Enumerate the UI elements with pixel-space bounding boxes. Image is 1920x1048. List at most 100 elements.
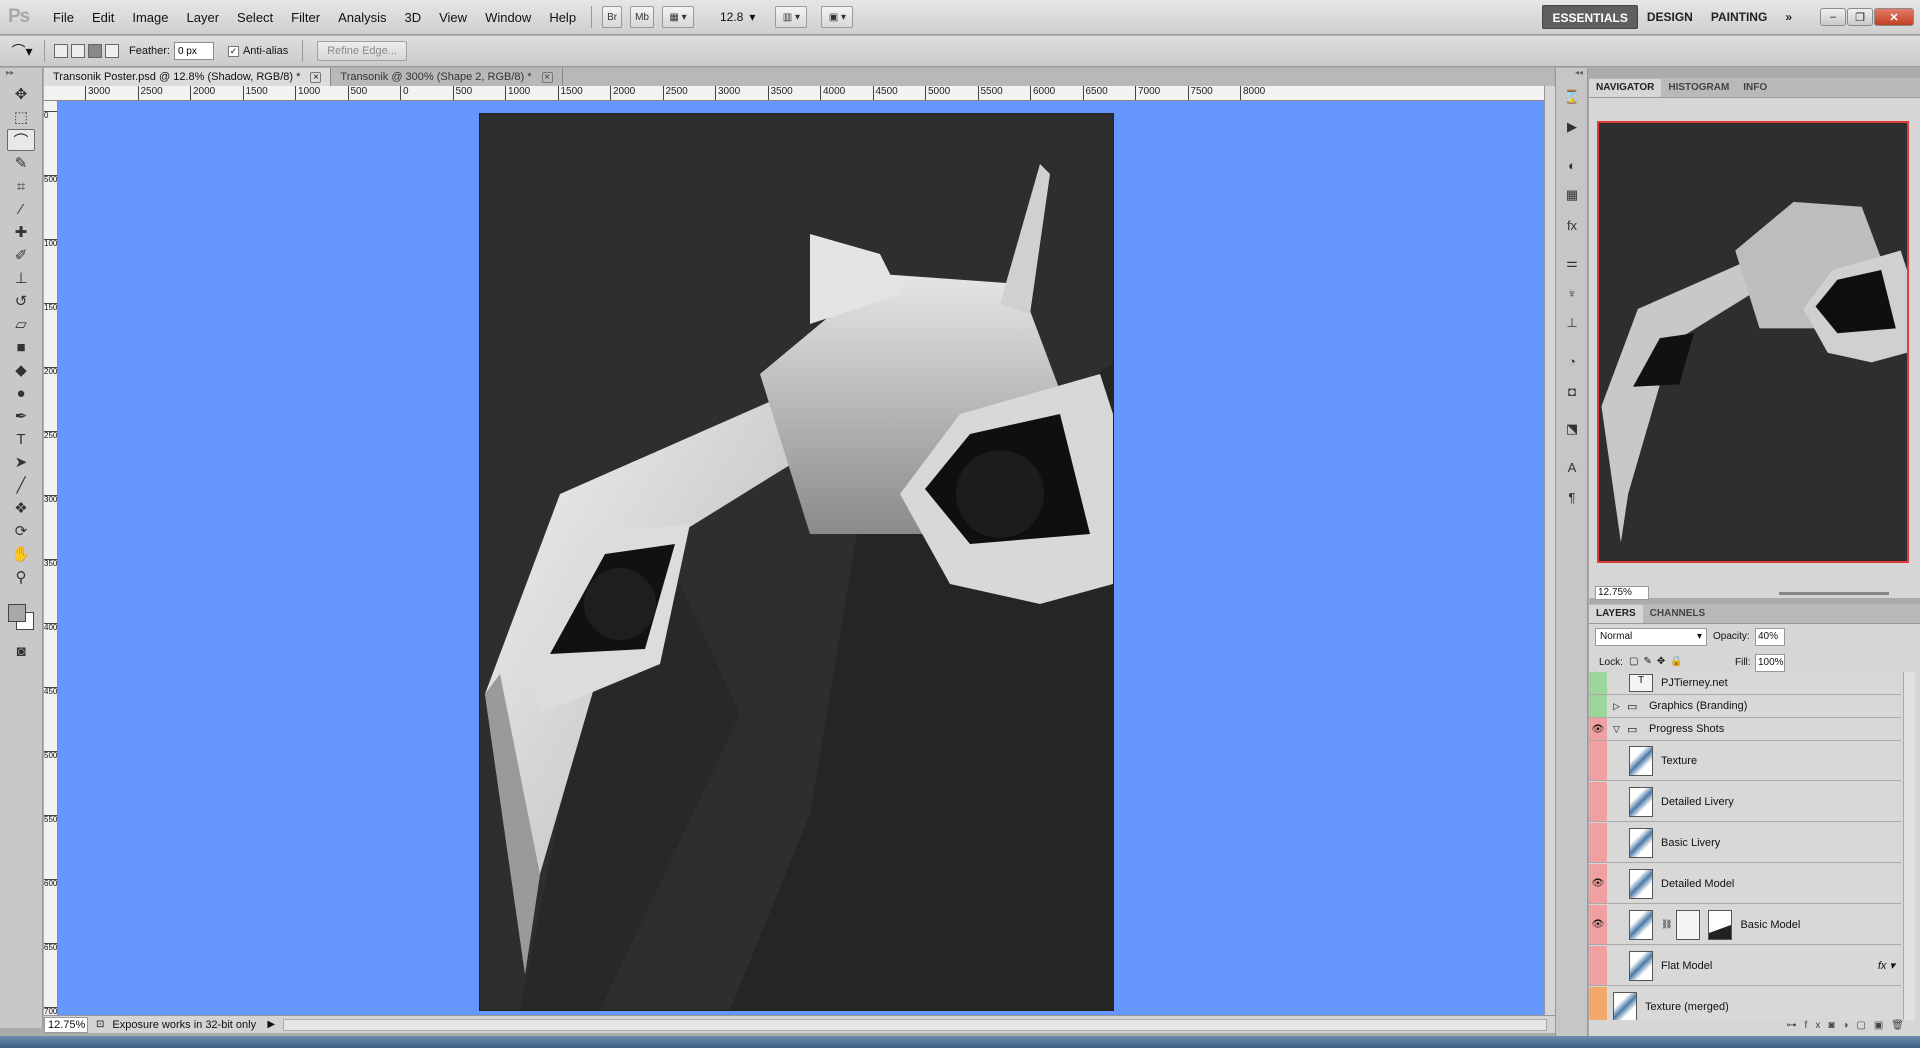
intersect-selection-icon[interactable] [105, 44, 119, 58]
adjustments-panel-icon[interactable]: ⚌ [1561, 252, 1583, 274]
tool-preset-picker[interactable]: ⌒▾ [0, 41, 44, 61]
3d-rotate-tool-icon[interactable]: ❖ [7, 497, 35, 519]
menu-view[interactable]: View [430, 0, 476, 35]
feather-input[interactable] [173, 42, 214, 60]
navigator-preview[interactable] [1597, 121, 1909, 563]
menu-layer[interactable]: Layer [178, 0, 229, 35]
brush-tool-icon[interactable]: ✐ [7, 244, 35, 266]
lock-icons[interactable]: ▢✎✥🔒 [1629, 656, 1688, 667]
visibility-eye-icon[interactable] [1589, 695, 1607, 717]
swatches-panel-icon[interactable]: ▦ [1561, 184, 1583, 206]
menu-image[interactable]: Image [123, 0, 177, 35]
3d-orbit-tool-icon[interactable]: ⟳ [7, 520, 35, 542]
blend-mode-select[interactable]: Normal ▾ [1595, 628, 1707, 646]
view-extras-button[interactable]: ▦ ▾ [661, 6, 694, 28]
foreground-color[interactable] [8, 604, 26, 622]
3d-panel-icon[interactable]: ⬔ [1561, 418, 1583, 440]
close-button[interactable]: ✕ [1874, 8, 1914, 26]
lasso-tool-icon[interactable]: ⌒ [7, 129, 35, 151]
tab-navigator[interactable]: NAVIGATOR [1589, 79, 1662, 97]
layer-row[interactable]: 👁 ⛓ Basic Model [1589, 905, 1901, 945]
navigator-zoom-slider[interactable] [1779, 592, 1889, 595]
layer-mask-thumbnail[interactable] [1676, 909, 1701, 940]
menu-file[interactable]: File [44, 0, 83, 35]
panel-collapse-icon[interactable]: ▸▸ [0, 68, 42, 82]
canvas-area[interactable] [58, 101, 1544, 1015]
type-tool-icon[interactable]: T [7, 428, 35, 450]
gradient-tool-icon[interactable]: ■ [7, 336, 35, 358]
restore-button[interactable]: ❐ [1847, 8, 1873, 26]
group-expand-icon[interactable]: ▷ [1613, 701, 1627, 712]
menu-select[interactable]: Select [228, 0, 282, 35]
close-tab-icon[interactable]: × [541, 71, 553, 83]
mini-bridge-button[interactable]: Mb [630, 6, 654, 28]
move-tool-icon[interactable]: ✥ [7, 83, 35, 105]
menu-filter[interactable]: Filter [282, 0, 329, 35]
layer-effects-icon[interactable]: fx ▾ [1878, 959, 1895, 972]
styles-panel-icon[interactable]: fx [1561, 214, 1583, 236]
workspace-design[interactable]: DESIGN [1638, 5, 1702, 29]
info-icon[interactable]: ⊡ [96, 1019, 104, 1030]
layers-scrollbar[interactable] [1903, 672, 1915, 1020]
path-selection-tool-icon[interactable]: ➤ [7, 451, 35, 473]
layer-row[interactable]: Basic Livery [1589, 823, 1901, 863]
layer-row[interactable]: Detailed Livery [1589, 782, 1901, 822]
antialias-checkbox[interactable]: ✓ [227, 45, 239, 57]
layer-row[interactable]: 👁 Detailed Model [1589, 864, 1901, 904]
strip-collapse-icon[interactable]: ◂◂ [1556, 68, 1587, 78]
history-panel-icon[interactable]: ⌛ [1561, 86, 1583, 108]
clone-stamp-tool-icon[interactable]: ⊥ [7, 267, 35, 289]
visibility-eye-icon[interactable] [1589, 946, 1607, 985]
tab-channels[interactable]: CHANNELS [1643, 605, 1713, 623]
healing-brush-tool-icon[interactable]: ✚ [7, 221, 35, 243]
history-brush-tool-icon[interactable]: ↺ [7, 290, 35, 312]
menu-3d[interactable]: 3D [395, 0, 430, 35]
more-workspaces-icon[interactable]: » [1776, 5, 1801, 29]
document-canvas[interactable] [480, 114, 1113, 1010]
marquee-tool-icon[interactable]: ⬚ [7, 106, 35, 128]
visibility-eye-icon[interactable] [1589, 672, 1607, 694]
masks-panel-icon[interactable]: ♆ [1561, 282, 1583, 304]
tab-layers[interactable]: LAYERS [1589, 605, 1643, 623]
menu-help[interactable]: Help [540, 0, 585, 35]
status-menu-arrow-icon[interactable]: ▶ [267, 1019, 275, 1030]
vertical-scrollbar[interactable] [1544, 86, 1555, 1015]
menu-analysis[interactable]: Analysis [329, 0, 395, 35]
character-panel-icon[interactable]: A [1561, 456, 1583, 478]
visibility-eye-icon[interactable]: 👁 [1589, 905, 1607, 944]
document-tab[interactable]: Transonik @ 300% (Shape 2, RGB/8) * × [331, 68, 563, 86]
layer-row[interactable]: ▷ ▭ Graphics (Branding) [1589, 695, 1901, 718]
dodge-tool-icon[interactable]: ● [7, 382, 35, 404]
visibility-eye-icon[interactable] [1589, 741, 1607, 780]
blur-tool-icon[interactable]: ◆ [7, 359, 35, 381]
eraser-tool-icon[interactable]: ▱ [7, 313, 35, 335]
arrange-documents-button[interactable]: ▥ ▾ [775, 6, 808, 28]
brush-panel-icon[interactable]: ◔ [1561, 350, 1583, 372]
document-tab[interactable]: Transonik Poster.psd @ 12.8% (Shadow, RG… [44, 68, 332, 86]
vector-mask-thumbnail[interactable] [1708, 909, 1733, 940]
eyedropper-tool-icon[interactable]: ⁄ [7, 198, 35, 220]
minimize-button[interactable]: – [1820, 8, 1846, 26]
group-expand-icon[interactable]: ▽ [1613, 724, 1627, 735]
fill-field[interactable]: 100% [1755, 654, 1785, 672]
visibility-eye-icon[interactable] [1589, 823, 1607, 862]
zoom-tool-icon[interactable]: ⚲ [7, 566, 35, 588]
camera-panel-icon[interactable]: ◘ [1561, 380, 1583, 402]
paragraph-panel-icon[interactable]: ¶ [1561, 486, 1583, 508]
menu-window[interactable]: Window [476, 0, 540, 35]
new-selection-icon[interactable] [54, 44, 68, 58]
actions-panel-icon[interactable]: ▶ [1561, 116, 1583, 138]
workspace-essentials[interactable]: ESSENTIALS [1542, 5, 1638, 29]
opacity-field[interactable]: 40% [1755, 628, 1785, 646]
layer-row[interactable]: 👁 ▽ ▭ Progress Shots [1589, 718, 1901, 741]
visibility-eye-icon[interactable]: 👁 [1589, 864, 1607, 903]
line-tool-icon[interactable]: ╱ [7, 474, 35, 496]
link-icon[interactable]: ⛓ [1661, 919, 1672, 930]
bridge-button[interactable]: Br [602, 6, 623, 28]
layer-row[interactable]: Texture [1589, 741, 1901, 781]
workspace-painting[interactable]: PAINTING [1702, 5, 1776, 29]
menu-edit[interactable]: Edit [83, 0, 123, 35]
add-selection-icon[interactable] [71, 44, 85, 58]
visibility-eye-icon[interactable] [1589, 987, 1607, 1020]
visibility-eye-icon[interactable] [1589, 782, 1607, 821]
